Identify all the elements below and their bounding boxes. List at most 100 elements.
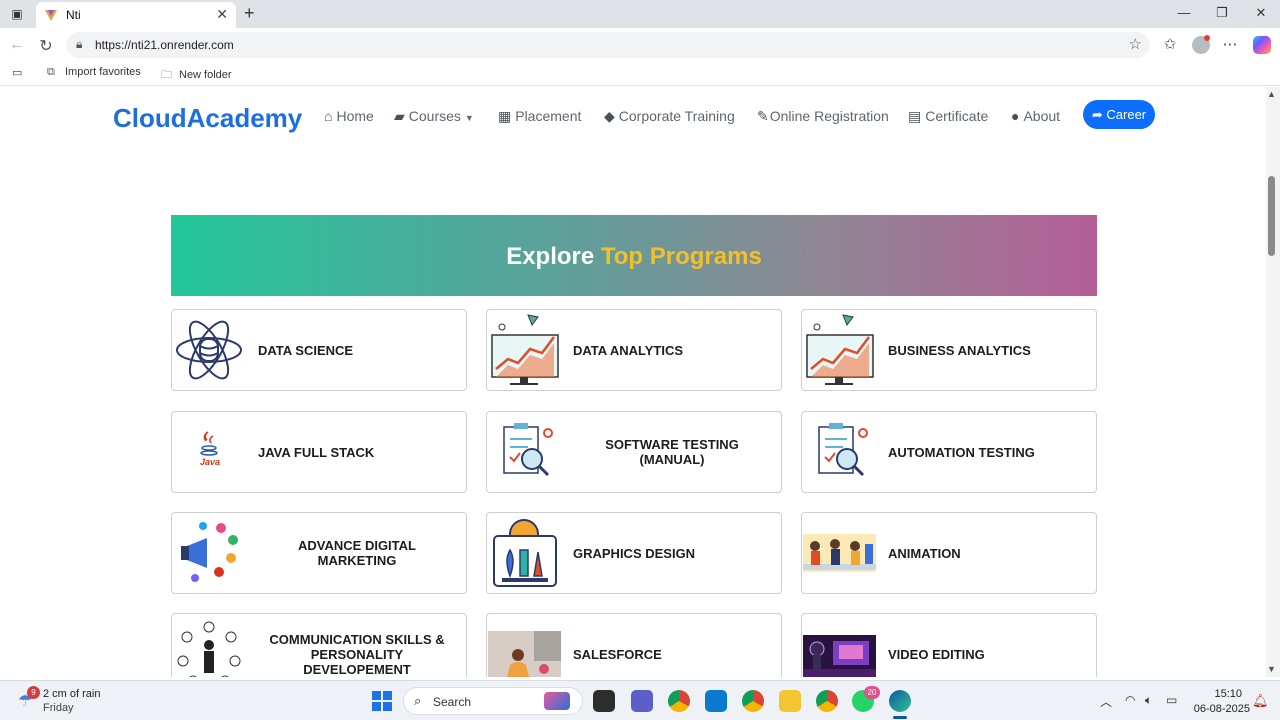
new-folder-link[interactable]: 🗀 New folder	[161, 66, 232, 85]
program-card-business-analytics[interactable]: BUSINESS ANALYTICS	[801, 309, 1097, 391]
windows-start-icon[interactable]	[372, 691, 392, 711]
teams-icon[interactable]	[631, 690, 653, 712]
clock-time[interactable]: 15:10	[1214, 688, 1242, 700]
nav-corporate-training[interactable]: ◆ Corporate Training	[604, 108, 735, 125]
whatsapp-badge: 20	[864, 686, 880, 699]
refresh-icon[interactable]: ↻	[37, 36, 55, 56]
import-favorites-link[interactable]: ⧉ Import favorites	[47, 66, 141, 79]
battery-icon[interactable]: ▭	[1166, 693, 1177, 707]
nav-placement-label: Placement	[515, 108, 582, 124]
nav-home[interactable]: ⌂ Home	[324, 108, 374, 124]
file-explorer-icon[interactable]	[779, 690, 801, 712]
favorites-icon[interactable]: ✩	[1160, 35, 1180, 53]
program-card-graphics-design[interactable]: GRAPHICS DESIGN	[486, 512, 782, 594]
programs-banner: Explore Top Programs	[171, 215, 1097, 296]
nav-about-label: About	[1023, 108, 1061, 124]
analytics-monitor-icon	[803, 311, 876, 389]
id-card-icon: ▤	[908, 108, 922, 124]
task-view-icon[interactable]	[593, 690, 615, 712]
career-label: Career	[1106, 107, 1147, 122]
nav-placement[interactable]: ▦ Placement	[498, 108, 581, 125]
notification-bell-icon[interactable]: 🔔︎	[1252, 693, 1269, 709]
weather-badge: 9	[27, 686, 40, 699]
nav-certificate[interactable]: ▤ Certificate	[908, 108, 988, 125]
banner-title-accent: Top Programs	[600, 243, 762, 270]
building-icon: ▦	[498, 108, 512, 124]
chrome-profile-icon[interactable]	[742, 690, 764, 712]
banner-title-main: Explore	[506, 243, 601, 270]
new-tab-icon[interactable]: +	[244, 3, 255, 24]
nav-online-registration[interactable]: ✎Online Registration	[757, 108, 889, 125]
chrome-icon[interactable]	[668, 690, 690, 712]
program-card-video-editing[interactable]: VIDEO EDITING	[801, 613, 1097, 677]
search-icon: ⌕	[414, 693, 422, 708]
program-title: AUTOMATION TESTING	[888, 444, 1035, 460]
import-favorites-label: Import favorites	[65, 66, 141, 78]
chrome-profile-2-icon[interactable]	[816, 690, 838, 712]
share-icon: ➦	[1091, 107, 1103, 122]
back-icon[interactable]: ←	[8, 36, 26, 54]
search-label: Search	[433, 695, 472, 709]
favorite-star-icon[interactable]: ☆	[1129, 35, 1142, 53]
program-title: VIDEO EDITING	[888, 646, 985, 662]
browser-tab[interactable]: Nti ✕	[36, 2, 236, 28]
program-card-salesforce[interactable]: SALESFORCE	[486, 613, 782, 677]
nav-corporate-training-label: Corporate Training	[618, 108, 735, 124]
import-icon: ⧉	[47, 66, 55, 78]
atom-database-icon	[173, 311, 246, 389]
scrollbar-thumb[interactable]	[1268, 176, 1275, 256]
nav-online-registration-label: Online Registration	[769, 108, 889, 124]
program-title: JAVA FULL STACK	[258, 444, 375, 460]
site-brand-logo[interactable]: CloudAcademy	[113, 103, 302, 134]
search-highlight-icon	[544, 692, 570, 710]
weather-day: Friday	[43, 702, 74, 714]
more-options-icon[interactable]: ⋯	[1220, 35, 1240, 53]
vscode-icon[interactable]	[705, 690, 727, 712]
caret-down-icon: ▼	[464, 113, 474, 123]
nav-about[interactable]: ● About	[1011, 108, 1060, 124]
edge-icon[interactable]	[889, 690, 911, 712]
favorites-bar: ▭ ⧉ Import favorites 🗀 New folder	[0, 62, 1280, 86]
animation-studio-image	[803, 514, 876, 592]
nav-courses[interactable]: ▰ Courses ▼	[394, 108, 474, 125]
java-logo-icon: Java	[173, 413, 246, 491]
career-button[interactable]: ➦ Career	[1083, 100, 1155, 129]
favorites-menu-icon[interactable]: ▭	[12, 66, 22, 79]
taskbar-search[interactable]: ⌕ Search	[403, 687, 583, 715]
close-tab-icon[interactable]: ✕	[216, 6, 228, 23]
program-card-java-full-stack[interactable]: Java JAVA FULL STACK	[171, 411, 467, 493]
program-card-communication-skills[interactable]: COMMUNICATION SKILLS & PERSONALITY DEVEL…	[171, 613, 467, 677]
tab-actions-icon[interactable]: ▣	[9, 6, 25, 22]
program-card-animation[interactable]: ANIMATION	[801, 512, 1097, 594]
close-window-icon[interactable]: ✕	[1251, 5, 1271, 21]
show-hidden-icons-icon[interactable]: ︿	[1100, 693, 1112, 710]
address-bar-row: ← ↻ 🔒︎ https://nti21.onrender.com ☆ ✩ ⋯	[0, 28, 1280, 62]
scroll-down-icon[interactable]: ▼	[1267, 664, 1276, 674]
program-card-data-analytics[interactable]: DATA ANALYTICS	[486, 309, 782, 391]
minimize-icon[interactable]: —	[1174, 5, 1194, 20]
program-title: GRAPHICS DESIGN	[573, 545, 696, 561]
clock-date[interactable]: 06-08-2025	[1194, 703, 1250, 715]
wifi-icon[interactable]: ◠	[1125, 693, 1135, 707]
program-card-data-science[interactable]: DATA SCIENCE	[171, 309, 467, 391]
volume-icon[interactable]: 🔈︎	[1145, 693, 1152, 708]
edit-icon: ✎	[757, 108, 769, 124]
program-card-software-testing-manual[interactable]: SOFTWARE TESTING (MANUAL)	[486, 411, 782, 493]
megaphone-icon	[173, 514, 246, 592]
program-title: ANIMATION	[888, 545, 961, 561]
weather-summary[interactable]: 2 cm of rain	[43, 688, 100, 700]
program-card-advance-digital-marketing[interactable]: ADVANCE DIGITAL MARKETING	[171, 512, 467, 594]
scroll-up-icon[interactable]: ▲	[1267, 89, 1276, 99]
program-title: ADVANCE DIGITAL MARKETING	[298, 538, 416, 568]
program-card-automation-testing[interactable]: AUTOMATION TESTING	[801, 411, 1097, 493]
nav-certificate-label: Certificate	[925, 108, 989, 124]
url-field[interactable]: 🔒︎ https://nti21.onrender.com ☆	[66, 32, 1150, 58]
testing-document-icon	[803, 413, 876, 491]
home-icon: ⌂	[324, 108, 333, 124]
copilot-icon[interactable]	[1253, 36, 1271, 54]
video-editing-image	[803, 615, 876, 677]
windows-taskbar: ☂ 9 2 cm of rain Friday ⌕ Search 20 ︿ ◠ …	[0, 680, 1280, 720]
url-text: https://nti21.onrender.com	[95, 38, 234, 52]
restore-icon[interactable]: ❐	[1212, 5, 1232, 21]
salesforce-photo-image	[488, 615, 561, 677]
